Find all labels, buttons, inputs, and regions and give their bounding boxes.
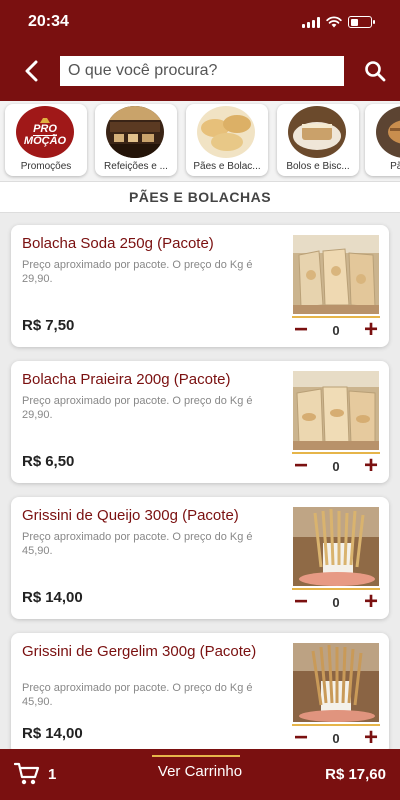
category-label: Pães e Bolac... <box>193 161 261 172</box>
product-price: R$ 14,00 <box>22 725 83 742</box>
product-image[interactable] <box>293 371 379 450</box>
category-refeicoes[interactable]: Refeições e ... <box>95 104 177 176</box>
category-paes-artesanais[interactable]: Pães A <box>365 104 400 176</box>
promo-badge-icon: PRO MOÇÃO <box>16 106 74 158</box>
plus-icon[interactable]: + <box>360 726 382 751</box>
category-paes-bolachas[interactable]: Pães e Bolac... <box>186 104 268 176</box>
search-button[interactable] <box>362 58 388 84</box>
price-value: 14,00 <box>45 725 83 742</box>
product-name: Grissini de Gergelim 300g (Pacote) <box>22 643 257 660</box>
minus-icon[interactable]: − <box>290 726 312 751</box>
product-card[interactable]: Grissini de Gergelim 300g (Pacote) Preço… <box>11 633 389 755</box>
quantity-value: 0 <box>332 595 340 610</box>
quantity-stepper[interactable]: − 0 + <box>290 590 382 615</box>
product-card[interactable]: Bolacha Soda 250g (Pacote) Preço aproxim… <box>11 225 389 347</box>
price-value: 6,50 <box>45 453 75 470</box>
status-indicators <box>302 16 375 28</box>
product-name: Bolacha Praieira 200g (Pacote) <box>22 371 231 388</box>
category-image <box>106 106 164 158</box>
category-image <box>376 106 400 158</box>
quantity-stepper[interactable]: − 0 + <box>290 318 382 343</box>
search-row <box>0 56 400 86</box>
status-time: 20:34 <box>28 13 69 30</box>
signal-icon <box>302 16 320 28</box>
quantity-value: 0 <box>332 459 340 474</box>
product-price: R$ 7,50 <box>22 317 74 334</box>
top-bar: 20:34 <box>0 0 400 101</box>
product-image[interactable] <box>293 507 379 586</box>
minus-icon[interactable]: − <box>290 454 312 479</box>
category-label: Promoções <box>20 161 72 172</box>
price-value: 7,50 <box>45 317 75 334</box>
category-bolos-biscoitos[interactable]: Bolos e Bisc... <box>277 104 359 176</box>
product-name: Grissini de Queijo 300g (Pacote) <box>22 507 239 524</box>
product-description: Preço aproximado por pacote. O preço do … <box>22 395 253 421</box>
product-description: Preço aproximado por pacote. O preço do … <box>22 259 253 285</box>
currency-symbol: R$ <box>22 725 42 742</box>
view-cart-button[interactable]: Ver Carrinho <box>140 763 260 780</box>
product-card[interactable]: Bolacha Praieira 200g (Pacote) Preço apr… <box>11 361 389 483</box>
status-bar: 20:34 <box>0 0 400 44</box>
minus-icon[interactable]: − <box>290 318 312 343</box>
product-description: Preço aproximado por pacote. O preço do … <box>22 531 253 557</box>
minus-icon[interactable]: − <box>290 590 312 615</box>
category-image <box>197 106 255 158</box>
search-icon <box>365 61 386 82</box>
product-price: R$ 14,00 <box>22 589 83 606</box>
cart-count: 1 <box>48 766 57 783</box>
product-image[interactable] <box>293 643 379 722</box>
quantity-value: 0 <box>332 323 340 338</box>
back-arrow-icon <box>25 60 38 82</box>
category-label: Pães A <box>390 161 400 172</box>
quantity-stepper[interactable]: − 0 + <box>290 454 382 479</box>
category-promocoes[interactable]: PRO MOÇÃO Promoções <box>5 104 87 176</box>
view-cart-indicator <box>152 755 240 757</box>
section-title: PÃES E BOLACHAS <box>0 181 400 213</box>
category-label: Refeições e ... <box>104 161 168 172</box>
plus-icon[interactable]: + <box>360 590 382 615</box>
product-name: Bolacha Soda 250g (Pacote) <box>22 235 214 252</box>
product-description: Preço aproximado por pacote. O preço do … <box>22 682 253 708</box>
quantity-value: 0 <box>332 731 340 746</box>
product-price: R$ 6,50 <box>22 453 74 470</box>
price-value: 14,00 <box>45 589 83 606</box>
cart-total: R$ 17,60 <box>325 766 386 783</box>
back-button[interactable] <box>18 58 44 84</box>
category-image <box>288 106 346 158</box>
product-image[interactable] <box>293 235 379 314</box>
cart-bar[interactable]: 1 Ver Carrinho R$ 17,60 <box>0 749 400 800</box>
battery-icon <box>348 16 375 28</box>
product-card[interactable]: Grissini de Queijo 300g (Pacote) Preço a… <box>11 497 389 619</box>
plus-icon[interactable]: + <box>360 454 382 479</box>
quantity-stepper[interactable]: − 0 + <box>290 726 382 751</box>
search-input[interactable] <box>60 56 344 86</box>
currency-symbol: R$ <box>22 317 42 334</box>
plus-icon[interactable]: + <box>360 318 382 343</box>
cart-icon[interactable] <box>13 762 40 786</box>
wifi-icon <box>326 16 342 28</box>
category-label: Bolos e Bisc... <box>286 161 350 172</box>
currency-symbol: R$ <box>22 589 42 606</box>
category-carousel[interactable]: PRO MOÇÃO Promoções Refeições e ... Pães… <box>0 101 400 181</box>
promo-badge-line2: MOÇÃO <box>23 135 67 147</box>
currency-symbol: R$ <box>22 453 42 470</box>
